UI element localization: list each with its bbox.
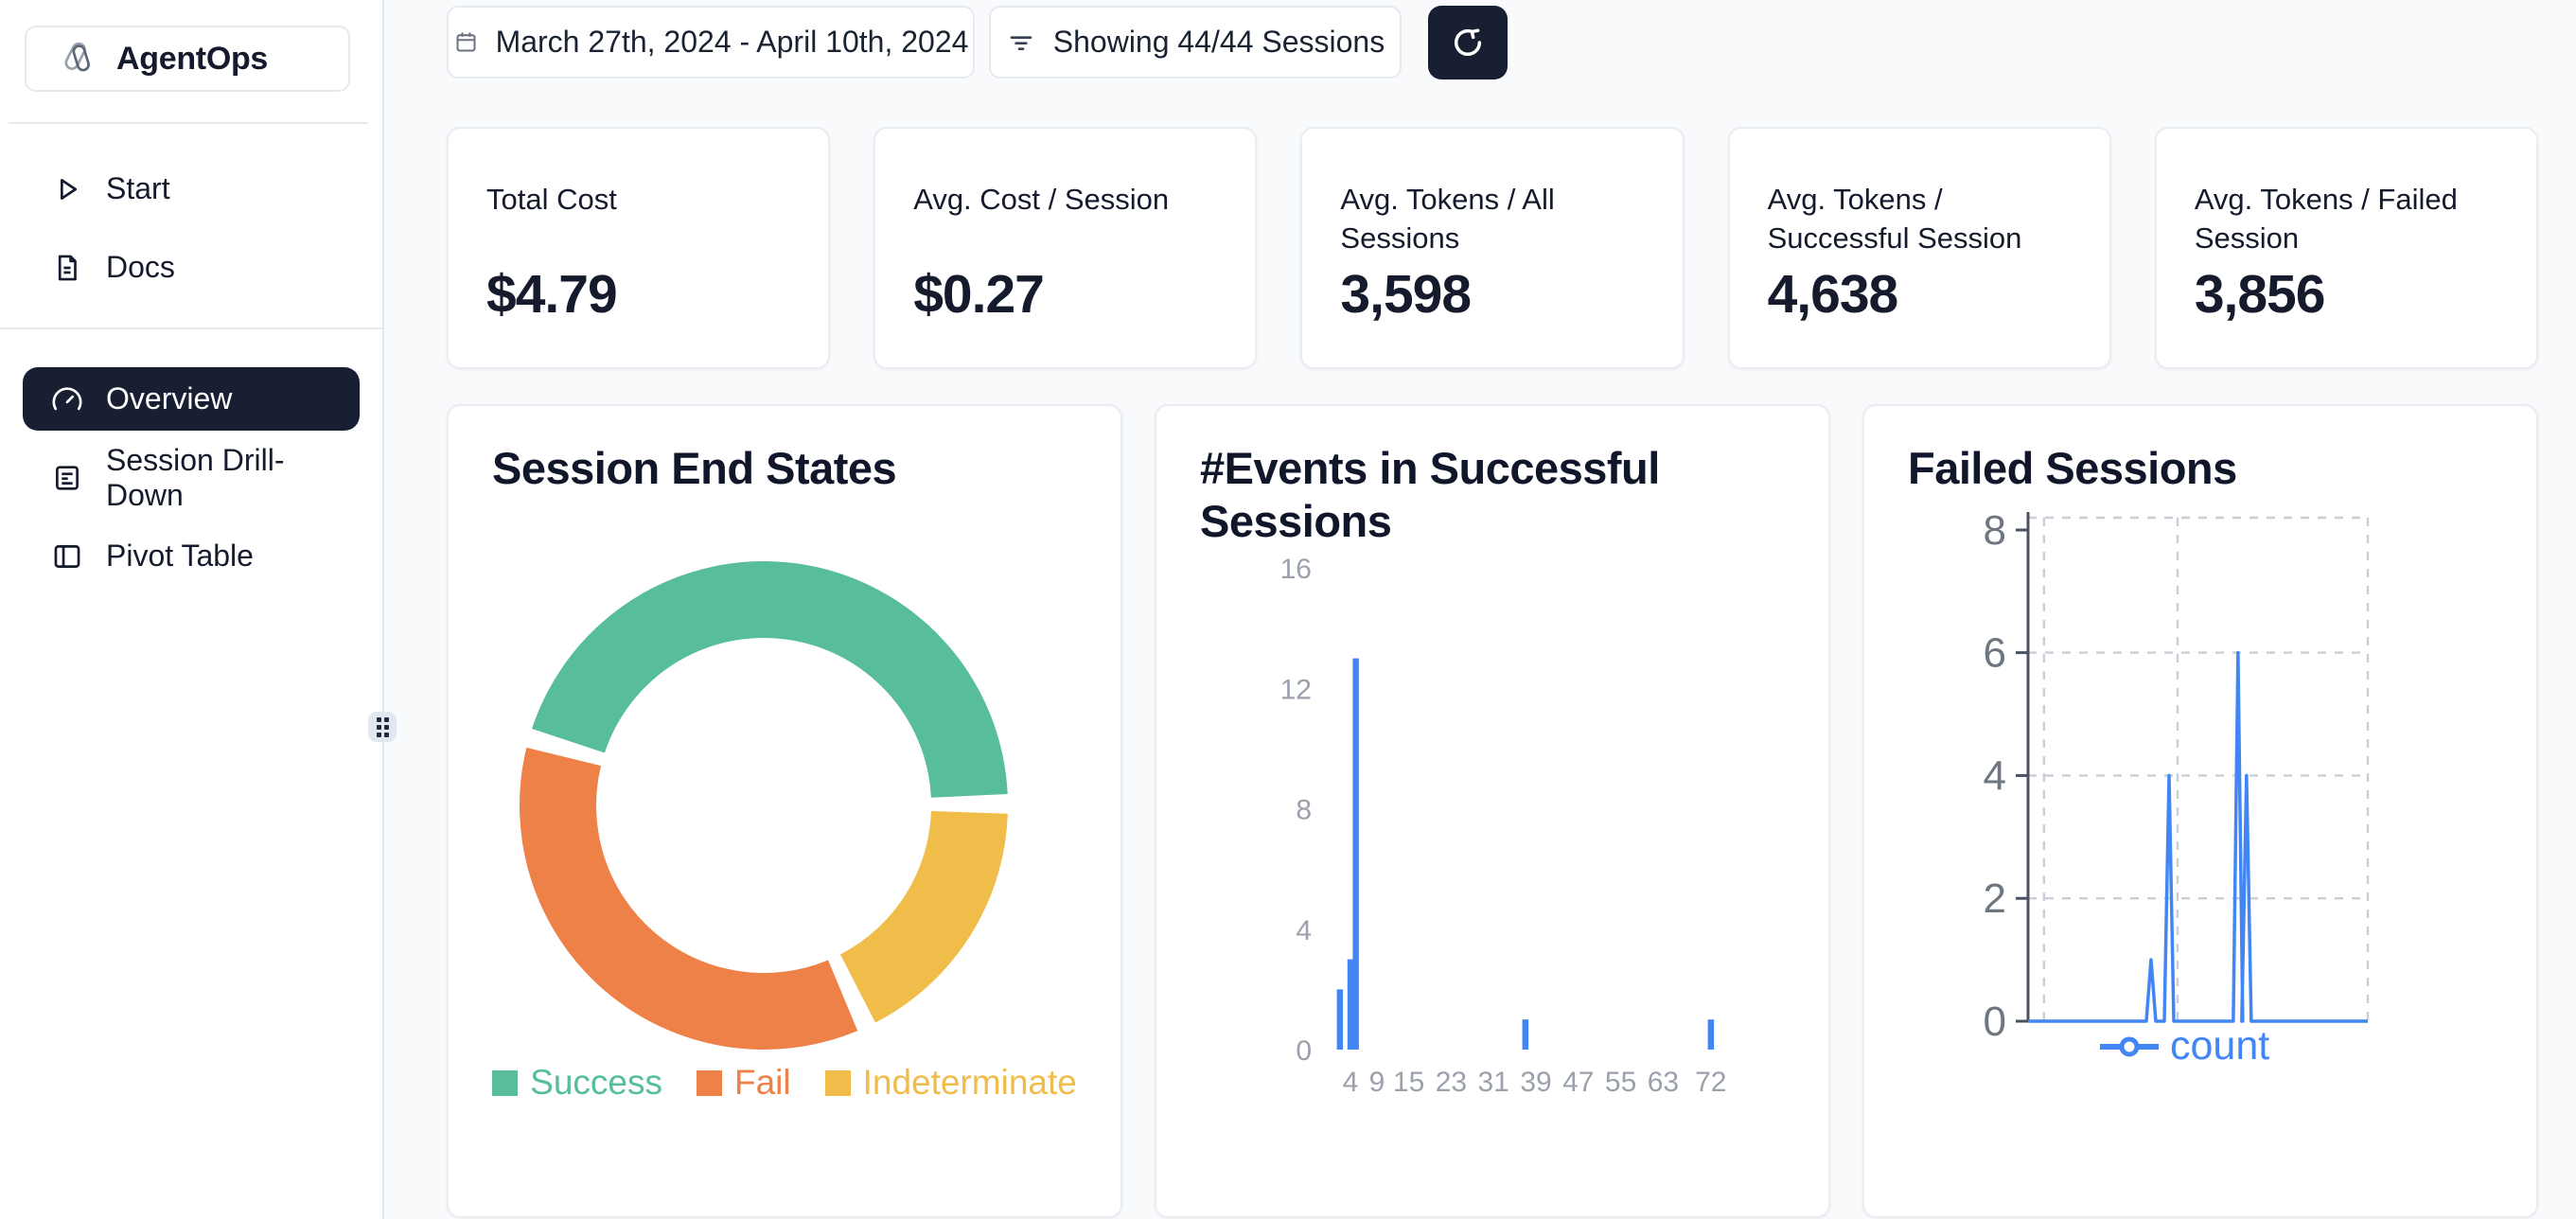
y-tick-label: 4	[1296, 915, 1312, 946]
sidebar-item-docs[interactable]: Docs	[23, 236, 360, 299]
stats-row: Total Cost$4.79Avg. Cost / Session$0.27A…	[447, 127, 2538, 369]
main-content: March 27th, 2024 - April 10th, 2024 Show…	[384, 0, 2576, 1219]
sessions-filter-button[interactable]: Showing 44/44 Sessions	[989, 6, 1402, 79]
legend-label: Success	[530, 1063, 662, 1103]
toolbar: March 27th, 2024 - April 10th, 2024 Show…	[447, 6, 2538, 80]
sidebar-item-start[interactable]: Start	[23, 157, 360, 221]
legend-swatch	[492, 1070, 518, 1096]
event-bar	[1708, 1019, 1715, 1050]
x-tick-label: 23	[1436, 1067, 1467, 1098]
x-tick-label: 9	[1369, 1067, 1385, 1098]
legend-label: Indeterminate	[863, 1063, 1077, 1103]
stat-card: Avg. Tokens / All Sessions3,598	[1300, 127, 1684, 369]
sidebar-divider	[9, 122, 368, 124]
document-lines-icon	[51, 462, 83, 494]
legend-label: Fail	[734, 1063, 791, 1103]
legend-swatch	[825, 1070, 851, 1096]
x-tick-label: 72	[1695, 1067, 1726, 1098]
sessions-filter-label: Showing 44/44 Sessions	[1053, 25, 1385, 60]
x-tick-label: 55	[1605, 1067, 1636, 1098]
donut-slice-indeterminate	[840, 811, 1008, 1022]
stat-label: Avg. Tokens / Successful Session	[1768, 180, 2061, 257]
donut-slice-fail	[520, 748, 857, 1050]
sidebar-item-label: Docs	[106, 250, 175, 285]
y-tick-label: 12	[1280, 674, 1312, 705]
stat-label: Total Cost	[486, 180, 780, 219]
refresh-icon	[1449, 24, 1487, 62]
date-range-button[interactable]: March 27th, 2024 - April 10th, 2024	[447, 6, 975, 79]
panel-session-end-states: Session End States SuccessFailIndetermin…	[447, 404, 1122, 1218]
pivot-layout-icon	[51, 540, 83, 573]
stat-card: Avg. Cost / Session $0.27	[873, 127, 1257, 369]
x-tick-label: 63	[1648, 1067, 1679, 1098]
event-bar	[1352, 659, 1359, 1050]
docs-icon	[51, 252, 83, 284]
sidebar-item-label: Start	[106, 171, 170, 206]
legend-item-fail[interactable]: Fail	[697, 1063, 791, 1103]
legend-item-indeterminate[interactable]: Indeterminate	[825, 1063, 1077, 1103]
sidebar: AgentOps Start Docs Overview Session Drill-…	[0, 0, 382, 1219]
x-tick-label: 15	[1393, 1067, 1424, 1098]
stat-card: Avg. Tokens / Failed Session3,856	[2155, 127, 2538, 369]
stat-card: Total Cost $4.79	[447, 127, 830, 369]
y-tick-label: 4	[1984, 752, 2006, 799]
y-tick-label: 8	[1296, 795, 1312, 826]
panel-failed-sessions: Failed Sessions 02468 count	[1862, 404, 2538, 1218]
sidebar-item-overview[interactable]: Overview	[23, 367, 360, 431]
stat-label: Avg. Cost / Session	[913, 180, 1207, 219]
session-end-states-donut-chart	[449, 406, 1122, 1059]
y-tick-label: 16	[1280, 554, 1312, 585]
play-icon	[51, 173, 83, 205]
sidebar-item-session-drill-down[interactable]: Session Drill-Down	[23, 446, 360, 509]
stat-card: Avg. Tokens / Successful Session4,638	[1728, 127, 2111, 369]
legend-item-success[interactable]: Success	[492, 1063, 662, 1103]
charts-row: Session End States SuccessFailIndetermin…	[447, 404, 2538, 1218]
count-line	[2028, 653, 2368, 1021]
legend-swatch	[697, 1070, 722, 1096]
refresh-button[interactable]	[1428, 6, 1508, 80]
paperclip-logo-icon	[57, 37, 100, 80]
stat-value: $4.79	[486, 263, 617, 326]
app-title: AgentOps	[116, 41, 268, 78]
stat-value: 4,638	[1768, 263, 1898, 326]
failed-sessions-line-chart: 0 2 4 6 8	[1864, 406, 2538, 1218]
event-bar	[1523, 1019, 1529, 1050]
x-tick-label: 47	[1562, 1067, 1594, 1098]
sidebar-item-label: Overview	[106, 381, 232, 416]
sidebar-item-label: Session Drill-Down	[106, 443, 360, 513]
y-tick-label: 2	[1984, 875, 2006, 922]
stat-value: 3,856	[2195, 263, 2325, 326]
stat-value: 3,598	[1340, 263, 1471, 326]
sidebar-nav: Start Docs Overview Session Drill-Down Pivot…	[23, 157, 360, 588]
sidebar-item-label: Pivot Table	[106, 539, 254, 574]
y-tick-label: 0	[1984, 998, 2006, 1045]
x-tick-label: 4	[1343, 1067, 1359, 1098]
donut-slice-success	[532, 561, 1008, 798]
sidebar-item-pivot-table[interactable]: Pivot Table	[23, 524, 360, 588]
sidebar-drag-handle[interactable]	[368, 712, 397, 742]
x-tick-label: 31	[1478, 1067, 1509, 1098]
app-logo[interactable]: AgentOps	[25, 26, 350, 92]
event-bar	[1337, 989, 1344, 1050]
donut-legend: Success Fail Indeterminate	[449, 1063, 1120, 1103]
count-legend-label: count	[2170, 1023, 2269, 1069]
date-range-label: March 27th, 2024 - April 10th, 2024	[496, 25, 969, 60]
events-bar-chart: 0481216491523313947556372	[1156, 406, 1830, 1218]
grip-dots-icon	[377, 717, 389, 737]
count-legend[interactable]: count	[2098, 1023, 2269, 1069]
count-legend-marker-icon	[2098, 1034, 2161, 1060]
gauge-icon	[51, 383, 83, 415]
filter-icon	[1006, 27, 1036, 58]
panel-events-histogram: #Events in Successful Sessions 048121649…	[1155, 404, 1830, 1218]
y-tick-label: 0	[1296, 1035, 1312, 1067]
calendar-icon	[453, 29, 479, 55]
stat-label: Avg. Tokens / Failed Session	[2195, 180, 2488, 257]
event-bar	[1348, 960, 1354, 1050]
x-tick-label: 39	[1520, 1067, 1551, 1098]
stat-label: Avg. Tokens / All Sessions	[1340, 180, 1633, 257]
y-tick-label: 6	[1984, 630, 2006, 677]
y-tick-label: 8	[1984, 507, 2006, 554]
stat-value: $0.27	[913, 263, 1044, 326]
sidebar-divider	[0, 327, 382, 329]
